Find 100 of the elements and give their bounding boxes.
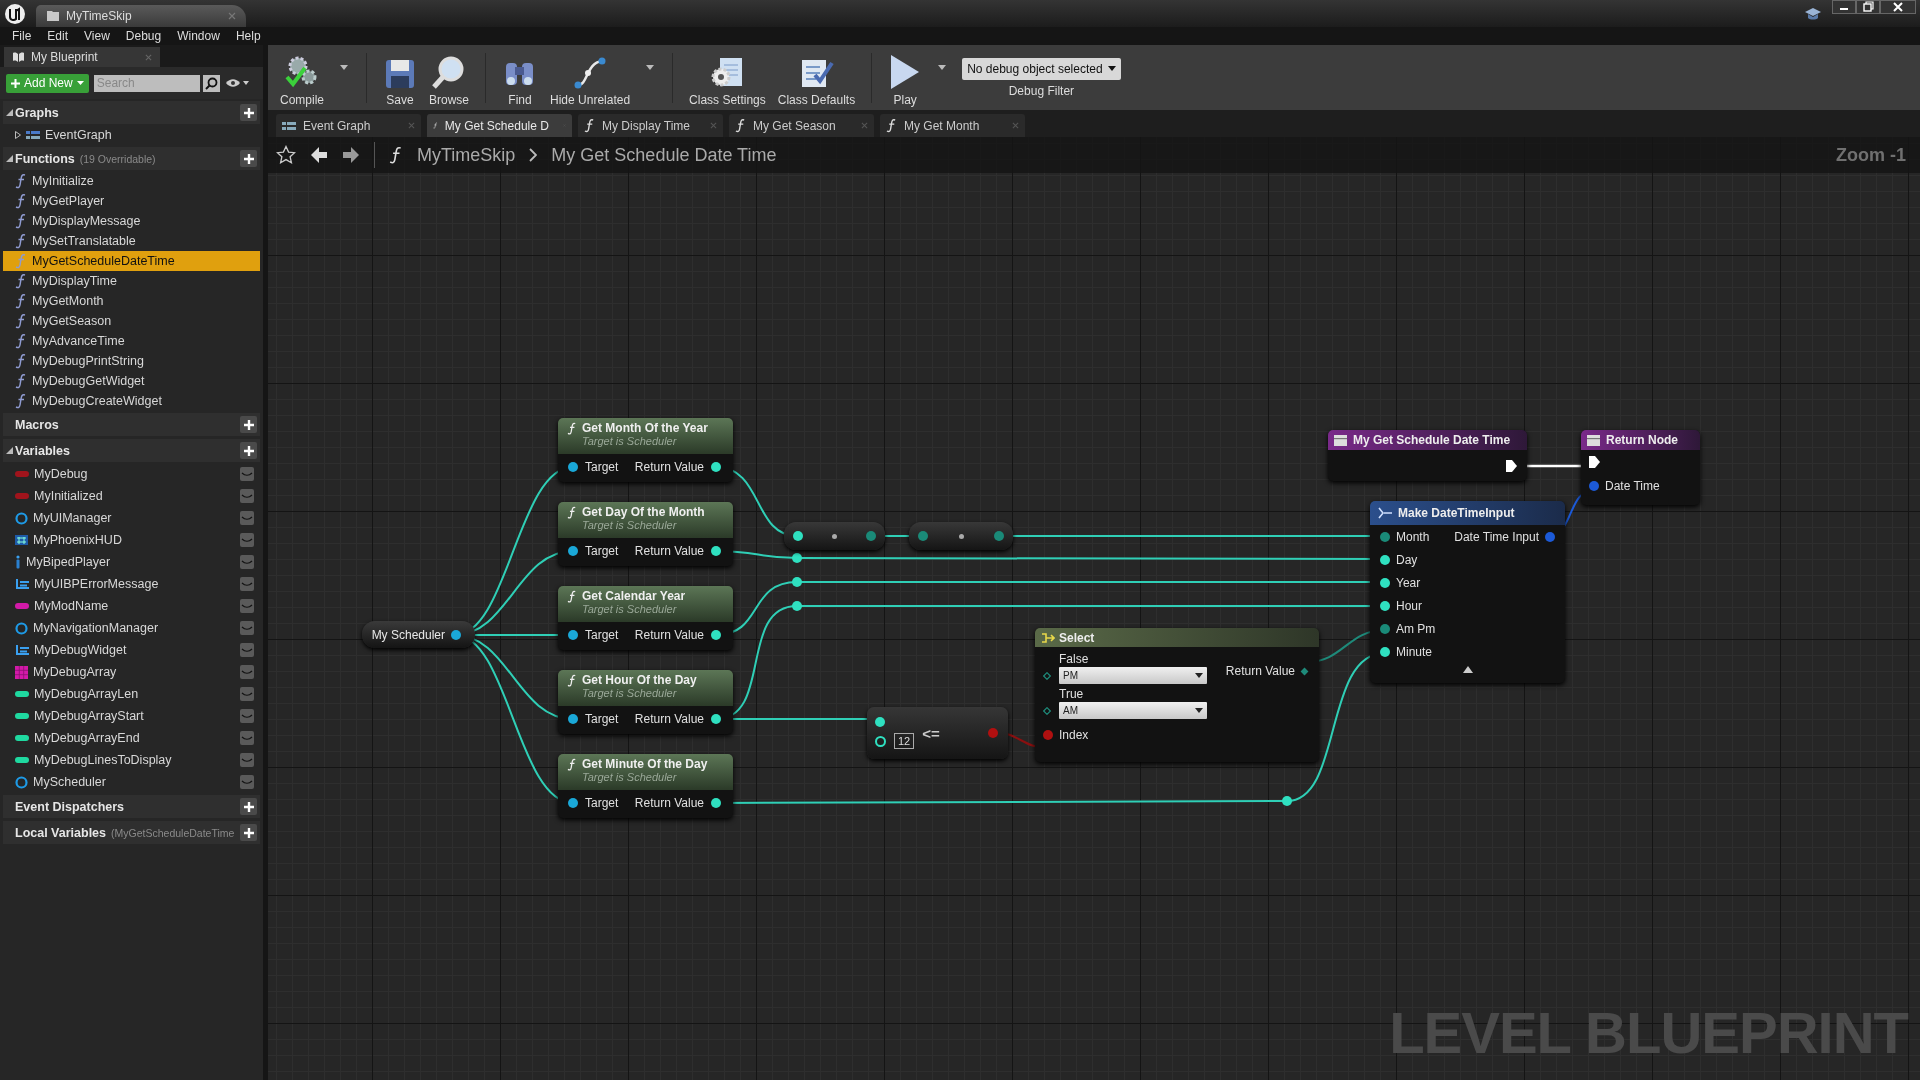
close-icon[interactable] (1880, 0, 1916, 14)
dropdown[interactable]: PM (1059, 667, 1207, 684)
visibility-icon[interactable] (240, 599, 254, 613)
function-node[interactable]: Get Calendar Year Target is Scheduler Target Return Value (558, 586, 733, 650)
back-arrow-icon[interactable] (310, 146, 328, 164)
pin-icon[interactable] (568, 630, 578, 640)
pin-icon[interactable] (711, 630, 721, 640)
pin-icon[interactable] (875, 735, 886, 747)
pin-icon[interactable] (711, 546, 721, 556)
expand-arrow-icon[interactable] (15, 131, 21, 139)
pin-icon[interactable] (875, 717, 885, 727)
make-struct-node[interactable]: Make DateTimeInput Month Day Year Hour Am Pm Minute Date Time Input (1370, 501, 1565, 683)
breadcrumb-item[interactable]: MyTimeSkip (417, 144, 516, 166)
collapse-arrow-icon[interactable] (1463, 666, 1473, 673)
sidebar-item[interactable]: MySetTranslatable (3, 231, 260, 251)
visibility-icon[interactable] (240, 643, 254, 657)
return-node[interactable]: Return Node Date Time (1581, 430, 1700, 505)
graph-tab[interactable]: My Get Month (880, 114, 1025, 137)
sidebar-item[interactable]: MyDebugCreateWidget (3, 391, 260, 411)
add-button[interactable] (240, 104, 257, 121)
visibility-icon[interactable] (240, 467, 254, 481)
visibility-icon[interactable] (240, 621, 254, 635)
sidebar-item[interactable]: MyAdvanceTime (3, 331, 260, 351)
visibility-icon[interactable] (240, 709, 254, 723)
visibility-icon[interactable] (240, 753, 254, 767)
sidebar-item[interactable]: MyDebug (3, 463, 260, 485)
sidebar-item[interactable]: MyUIBPErrorMessage (3, 573, 260, 595)
toolbar-button[interactable]: Find (498, 48, 543, 107)
forward-arrow-icon[interactable] (342, 146, 360, 164)
debug-filter-dropdown[interactable]: No debug object selected (962, 57, 1121, 80)
pin-icon[interactable] (568, 798, 578, 808)
toolbar-button[interactable]: Play (884, 48, 927, 107)
pin-icon[interactable] (1380, 600, 1390, 611)
panel-tab[interactable]: My Blueprint (4, 47, 160, 67)
menu-item[interactable]: View (76, 29, 118, 43)
sidebar-item[interactable]: MyGetScheduleDateTime (3, 251, 260, 271)
sidebar-item[interactable]: MyDebugArrayLen (3, 683, 260, 705)
sidebar-item[interactable]: MyBipedPlayer (3, 551, 260, 573)
restore-icon[interactable] (1856, 0, 1880, 14)
expand-arrow-icon[interactable] (6, 447, 13, 454)
exec-pin-icon[interactable] (1506, 459, 1517, 472)
breadcrumb-item[interactable]: My Get Schedule Date Time (551, 144, 777, 166)
graph-tab[interactable]: Event Graph (276, 114, 421, 137)
dropdown[interactable]: AM (1059, 702, 1207, 719)
menu-item[interactable]: Edit (39, 29, 77, 43)
reroute-knot[interactable] (792, 553, 802, 563)
variable-node[interactable]: My Scheduler (362, 621, 475, 648)
reroute-knot[interactable] (792, 601, 802, 611)
compare-node[interactable]: 12 <= (867, 707, 1008, 759)
star-icon[interactable] (276, 145, 296, 165)
add-button[interactable] (240, 824, 257, 841)
expand-arrow-icon[interactable] (6, 155, 13, 162)
visibility-icon[interactable] (240, 533, 254, 547)
sidebar-item[interactable]: MyDebugLinesToDisplay (3, 749, 260, 771)
sidebar-item[interactable]: MyInitialized (3, 485, 260, 507)
sidebar-item[interactable]: MyDebugPrintString (3, 351, 260, 371)
graduation-cap-icon[interactable] (1804, 5, 1822, 22)
caret-icon[interactable] (938, 65, 947, 70)
exec-pin-icon[interactable] (1589, 456, 1600, 468)
visibility-icon[interactable] (240, 555, 254, 569)
caret-icon[interactable] (646, 65, 655, 70)
function-node[interactable]: Get Month Of the Year Target is Scheduler Target Return Value (558, 418, 733, 482)
sidebar-item[interactable]: MyDebugGetWidget (3, 371, 260, 391)
pin-icon[interactable] (711, 798, 721, 808)
sidebar-item[interactable]: MyModName (3, 595, 260, 617)
toolbar-button[interactable]: Class Settings (685, 48, 770, 107)
sidebar-item[interactable]: MyNavigationManager (3, 617, 260, 639)
toolbar-button[interactable]: Browse (425, 48, 474, 107)
sidebar-item[interactable]: MyDebugArrayStart (3, 705, 260, 727)
reroute-knot[interactable] (792, 577, 802, 587)
entry-node[interactable]: My Get Schedule Date Time (1328, 430, 1527, 481)
reroute-knot[interactable] (1282, 796, 1292, 806)
toolbar-button[interactable]: Save (379, 48, 421, 107)
value-field[interactable]: 12 (894, 733, 915, 749)
sidebar-item[interactable]: MyDisplayTime (3, 271, 260, 291)
pin-icon[interactable] (711, 462, 721, 472)
pin-icon[interactable] (568, 546, 578, 556)
sidebar-item[interactable]: MyGetMonth (3, 291, 260, 311)
menu-item[interactable]: File (4, 29, 40, 43)
graph-tab[interactable]: My Display Time (578, 114, 723, 137)
pin-icon[interactable] (1380, 577, 1390, 588)
expand-arrow-icon[interactable] (6, 109, 13, 116)
pin-icon[interactable] (1380, 554, 1390, 565)
pin-icon[interactable] (451, 629, 461, 640)
visibility-icon[interactable] (240, 511, 254, 525)
menu-item[interactable]: Debug (117, 29, 170, 43)
pin-icon[interactable] (793, 531, 803, 541)
toolbar-button[interactable]: Hide Unrelated (546, 48, 635, 107)
toolbar-button[interactable]: Compile (276, 48, 328, 107)
visibility-icon[interactable] (240, 731, 254, 745)
sidebar-item[interactable]: MyDebugArrayEnd (3, 727, 260, 749)
select-node[interactable]: Select False PM True AM Index Return Value (1035, 628, 1319, 762)
add-button[interactable] (240, 150, 257, 167)
sidebar-item[interactable]: MyDebugWidget (3, 639, 260, 661)
caret-icon[interactable] (340, 65, 348, 70)
pin-icon[interactable] (1380, 646, 1390, 657)
pin-icon[interactable] (568, 714, 578, 724)
eye-icon[interactable] (224, 78, 249, 88)
sidebar-item[interactable]: EventGraph (3, 125, 260, 145)
menu-item[interactable]: Help (227, 29, 269, 43)
